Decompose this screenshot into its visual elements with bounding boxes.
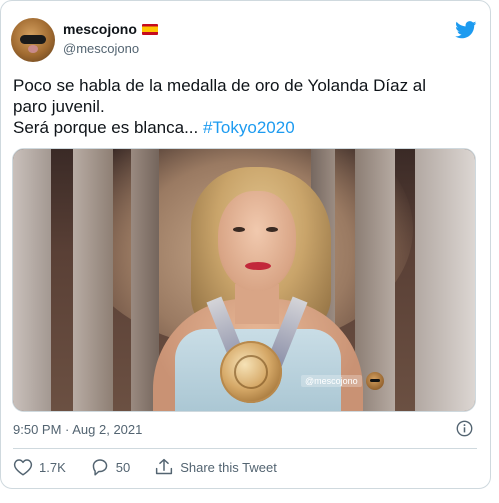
avatar-glasses [20, 35, 46, 44]
twitter-bird-icon[interactable] [455, 21, 477, 39]
photo-face [218, 191, 296, 291]
share-label: Share this Tweet [180, 459, 277, 475]
photo-column [73, 149, 113, 411]
info-icon[interactable] [456, 420, 473, 437]
tweet-card[interactable]: mescojono @mescojono Poco se habla de la… [0, 0, 491, 489]
photo-watermark: @mescojono [301, 372, 384, 390]
author-name-row[interactable]: mescojono [63, 21, 158, 37]
tweet-text: Poco se habla de la medalla de oro de Yo… [13, 75, 473, 138]
display-name[interactable]: mescojono [63, 21, 137, 37]
watermark-handle: @mescojono [301, 375, 362, 387]
avatar-nose [28, 45, 38, 53]
share-icon [156, 458, 173, 475]
tweet-text-line2: paro juvenil. [13, 97, 105, 116]
tweet-timestamp[interactable]: 9:50 PM · Aug 2, 2021 [13, 422, 142, 437]
like-button[interactable]: 1.7K [13, 456, 66, 478]
hashtag-link[interactable]: #Tokyo2020 [203, 118, 295, 137]
user-handle[interactable]: @mescojono [63, 41, 139, 56]
watermark-avatar [365, 372, 384, 390]
photo-lips [245, 262, 271, 270]
photo-eye [233, 227, 245, 232]
photo-eye [266, 227, 278, 232]
reply-button[interactable]: 50 [90, 456, 130, 478]
action-bar: 1.7K 50 Share this Tweet [13, 456, 301, 478]
tweet-photo[interactable]: @mescojono [12, 148, 476, 412]
reply-icon [92, 459, 108, 476]
spain-flag-icon [141, 23, 158, 35]
share-button[interactable]: Share this Tweet [154, 456, 277, 478]
tweet-text-line1: Poco se habla de la medalla de oro de Yo… [13, 76, 427, 95]
like-count: 1.7K [39, 459, 66, 475]
tweet-text-line3-body: Será porque es blanca... [13, 118, 203, 137]
photo-column [13, 149, 51, 411]
tweet-text-line3: Será porque es blanca... #Tokyo2020 [13, 117, 473, 138]
avatar[interactable] [11, 18, 55, 62]
photo-column [415, 149, 475, 411]
reply-count: 50 [115, 459, 131, 475]
gold-medal-emblem [234, 355, 268, 389]
heart-icon [13, 459, 33, 476]
divider [13, 448, 477, 449]
